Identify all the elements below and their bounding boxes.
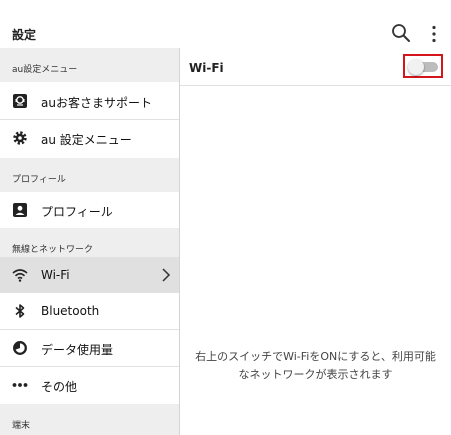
more-horiz-icon <box>12 383 28 387</box>
status-bar <box>0 0 451 16</box>
sidebar-item-au-support[interactable]: auお客さまサポート <box>0 83 179 119</box>
gear-icon <box>13 131 27 145</box>
sidebar-item-label: プロフィール <box>41 205 113 219</box>
search-icon[interactable] <box>391 23 411 43</box>
sidebar-item-label: auお客さまサポート <box>41 96 152 110</box>
wifi-toggle-thumb[interactable] <box>408 59 424 75</box>
chevron-right-icon <box>162 268 171 282</box>
sidebar-item-label: データ使用量 <box>41 343 114 357</box>
settings-sidebar: au設定メニュー auお客さまサポート au 設定メニュー プロフィール プロフ… <box>0 48 180 435</box>
support-icon <box>13 94 27 108</box>
hint-line: 右上のスイッチでWi-FiをONにすると、利用可能 <box>195 350 436 363</box>
section-header-label: 端末 <box>12 421 31 431</box>
profile-icon <box>13 203 27 217</box>
sidebar-item-bluetooth[interactable]: Bluetooth <box>0 293 179 329</box>
hint-line: なネットワークが表示されます <box>238 368 393 381</box>
section-header-label: 無線とネットワーク <box>12 245 94 255</box>
wifi-header-row: Wi-Fi <box>180 48 451 86</box>
sidebar-item-label: Bluetooth <box>41 304 100 318</box>
sidebar-item-label: Wi-Fi <box>41 268 70 282</box>
section-header-label: au設定メニュー <box>12 65 78 75</box>
sidebar-item-wifi[interactable]: Wi-Fi <box>0 257 179 293</box>
sidebar-item-au-settings[interactable]: au 設定メニュー <box>0 120 179 156</box>
wifi-icon <box>12 269 28 282</box>
section-header-profile: プロフィール <box>0 158 179 192</box>
app-title: 設定 <box>12 28 37 42</box>
sidebar-item-profile[interactable]: プロフィール <box>0 192 179 228</box>
sidebar-item-label: その他 <box>41 380 78 394</box>
sidebar-item-label: au 設定メニュー <box>41 133 132 147</box>
sidebar-item-other[interactable]: その他 <box>0 367 179 403</box>
section-header-label: プロフィール <box>12 175 66 185</box>
sidebar-item-data-usage[interactable]: データ使用量 <box>0 330 179 366</box>
more-vert-icon[interactable] <box>424 24 444 44</box>
data-usage-icon <box>13 341 27 355</box>
wifi-hint-text: 右上のスイッチでWi-FiをONにすると、利用可能 なネットワークが表示されます <box>180 348 451 384</box>
wifi-title: Wi-Fi <box>189 61 224 75</box>
bluetooth-icon <box>15 304 25 318</box>
section-header-au-settings: au設定メニュー <box>0 48 179 82</box>
wifi-detail-pane: Wi-Fi 右上のスイッチでWi-FiをONにすると、利用可能 なネットワークが… <box>180 48 451 435</box>
app-bar: 設定 <box>0 16 451 48</box>
section-header-device: 端末 <box>0 404 179 435</box>
wifi-toggle-highlight <box>403 54 443 78</box>
